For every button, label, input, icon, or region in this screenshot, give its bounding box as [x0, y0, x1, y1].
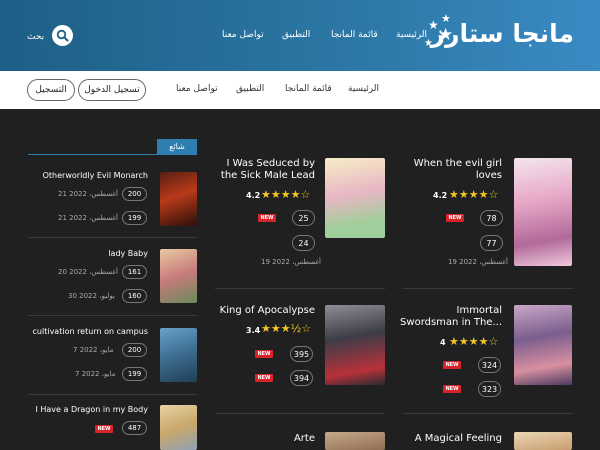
- manga-cover-1[interactable]: [514, 158, 572, 266]
- login-button[interactable]: تسجيل الدخول: [78, 79, 146, 101]
- chapter-4b[interactable]: 394: [290, 370, 313, 386]
- manga-title-4[interactable]: King of Apocalypse: [220, 305, 315, 317]
- trending-date-2b: 30 يوليو، 2022: [68, 292, 115, 300]
- trending-title-2[interactable]: lady Baby: [108, 249, 148, 258]
- rating-value-1: 4.2: [433, 191, 448, 200]
- chapter-4a[interactable]: 395: [290, 346, 313, 362]
- site-logo[interactable]: ★ ★ ★ ★ مانجا ستارز: [424, 12, 574, 58]
- trending-title-4[interactable]: I Have a Dragon in my Body: [35, 405, 148, 414]
- manga-title-3-line1[interactable]: Immortal: [457, 305, 503, 317]
- manga-title-2-line1[interactable]: I Was Seduced by: [226, 158, 315, 170]
- trending-separator: [28, 237, 197, 238]
- trending-date-1b: 21 أغسطس، 2022: [58, 214, 118, 222]
- rating-value-3: 4: [440, 338, 446, 347]
- rating-stars-4: ★★★½☆: [261, 322, 312, 335]
- new-badge: NEW: [443, 361, 461, 369]
- rating-value-2: 4.2: [246, 191, 261, 200]
- chapter-2a[interactable]: 25: [292, 210, 315, 226]
- chapter-1b[interactable]: 77: [480, 235, 503, 251]
- nav-app[interactable]: التطبيق: [282, 30, 310, 40]
- site-header: ★ ★ ★ ★ مانجا ستارز الرئيسية قائمة المان…: [0, 0, 600, 71]
- rating-stars-2: ★★★★☆: [261, 188, 311, 201]
- trending-chapter-2b[interactable]: 160: [122, 289, 147, 303]
- manga-title-1-line2[interactable]: loves: [476, 170, 502, 182]
- manga-title-1-line1[interactable]: When the evil girl: [414, 158, 502, 170]
- trending-chapter-1b[interactable]: 199: [122, 211, 147, 225]
- trending-cover-2[interactable]: [160, 249, 197, 303]
- update-date-1: 19 أغسطس، 2022: [448, 258, 508, 266]
- rating-stars-1: ★★★★☆: [449, 188, 499, 201]
- manga-title-6[interactable]: Arte: [294, 433, 315, 445]
- manga-cover-4[interactable]: [325, 305, 385, 385]
- row-separator: [403, 288, 573, 289]
- trending-separator: [28, 394, 197, 395]
- subnav-app[interactable]: التطبيق: [236, 84, 264, 94]
- trending-cover-1[interactable]: [160, 172, 197, 226]
- trending-tab[interactable]: شائع: [157, 139, 197, 154]
- search-icon: [56, 29, 69, 42]
- manga-cover-3[interactable]: [514, 305, 572, 385]
- nav-home[interactable]: الرئيسية: [396, 30, 427, 40]
- chapter-3a[interactable]: 324: [478, 357, 501, 373]
- trending-date-3b: 7 مايو، 2022: [75, 370, 116, 378]
- subnav-contact[interactable]: تواصل معنا: [176, 84, 218, 94]
- subnav-home[interactable]: الرئيسية: [348, 84, 379, 94]
- manga-cover-2[interactable]: [325, 158, 385, 238]
- trending-chapter-3a[interactable]: 200: [122, 343, 147, 357]
- trending-separator: [28, 315, 197, 316]
- trending-chapter-2a[interactable]: 161: [122, 265, 147, 279]
- chapter-2b[interactable]: 24: [292, 235, 315, 251]
- trending-chapter-1a[interactable]: 200: [122, 187, 147, 201]
- rating-value-4: 3.4: [246, 326, 261, 335]
- new-badge: NEW: [446, 214, 464, 222]
- trending-chapter-4a[interactable]: 487: [122, 421, 147, 435]
- row-separator: [215, 288, 385, 289]
- trending-cover-4[interactable]: [160, 405, 197, 450]
- row-separator: [215, 413, 385, 414]
- new-badge: NEW: [443, 385, 461, 393]
- row-separator: [403, 413, 573, 414]
- manga-title-5[interactable]: A Magical Feeling: [415, 433, 502, 445]
- trending-date-3a: 7 مايو، 2022: [73, 346, 114, 354]
- trending-title-1[interactable]: Otherworldly Evil Monarch: [43, 171, 148, 180]
- subnav-manga-list[interactable]: قائمة المانجا: [285, 84, 332, 94]
- nav-contact[interactable]: تواصل معنا: [222, 30, 264, 40]
- search-label[interactable]: بحث: [27, 32, 44, 42]
- new-badge: NEW: [255, 350, 273, 358]
- trending-chapter-3b[interactable]: 199: [122, 367, 147, 381]
- trending-date-1a: 21 أغسطس، 2022: [58, 190, 118, 198]
- nav-manga-list[interactable]: قائمة المانجا: [331, 30, 378, 40]
- manga-title-2-line2[interactable]: the Sick Male Lead: [221, 170, 315, 182]
- new-badge: NEW: [258, 214, 276, 222]
- search-button[interactable]: [52, 25, 73, 46]
- manga-title-3-line2[interactable]: Swordsman in The...: [400, 317, 502, 329]
- trending-divider: [28, 154, 197, 155]
- update-date-2: 19 أغسطس، 2022: [261, 258, 321, 266]
- chapter-3b[interactable]: 323: [478, 381, 501, 397]
- chapter-1a[interactable]: 78: [480, 210, 503, 226]
- manga-cover-6[interactable]: [325, 432, 385, 450]
- trending-title-3[interactable]: cultivation return on campus: [33, 327, 148, 336]
- trending-cover-3[interactable]: [160, 328, 197, 382]
- logo-text: مانجا ستارز: [430, 19, 574, 48]
- new-badge: NEW: [255, 374, 273, 382]
- new-badge: NEW: [95, 425, 113, 433]
- register-button[interactable]: التسجيل: [27, 79, 75, 101]
- trending-date-2a: 20 أغسطس، 2022: [58, 268, 118, 276]
- rating-stars-3: ★★★★☆: [449, 335, 499, 348]
- manga-cover-5[interactable]: [514, 432, 572, 450]
